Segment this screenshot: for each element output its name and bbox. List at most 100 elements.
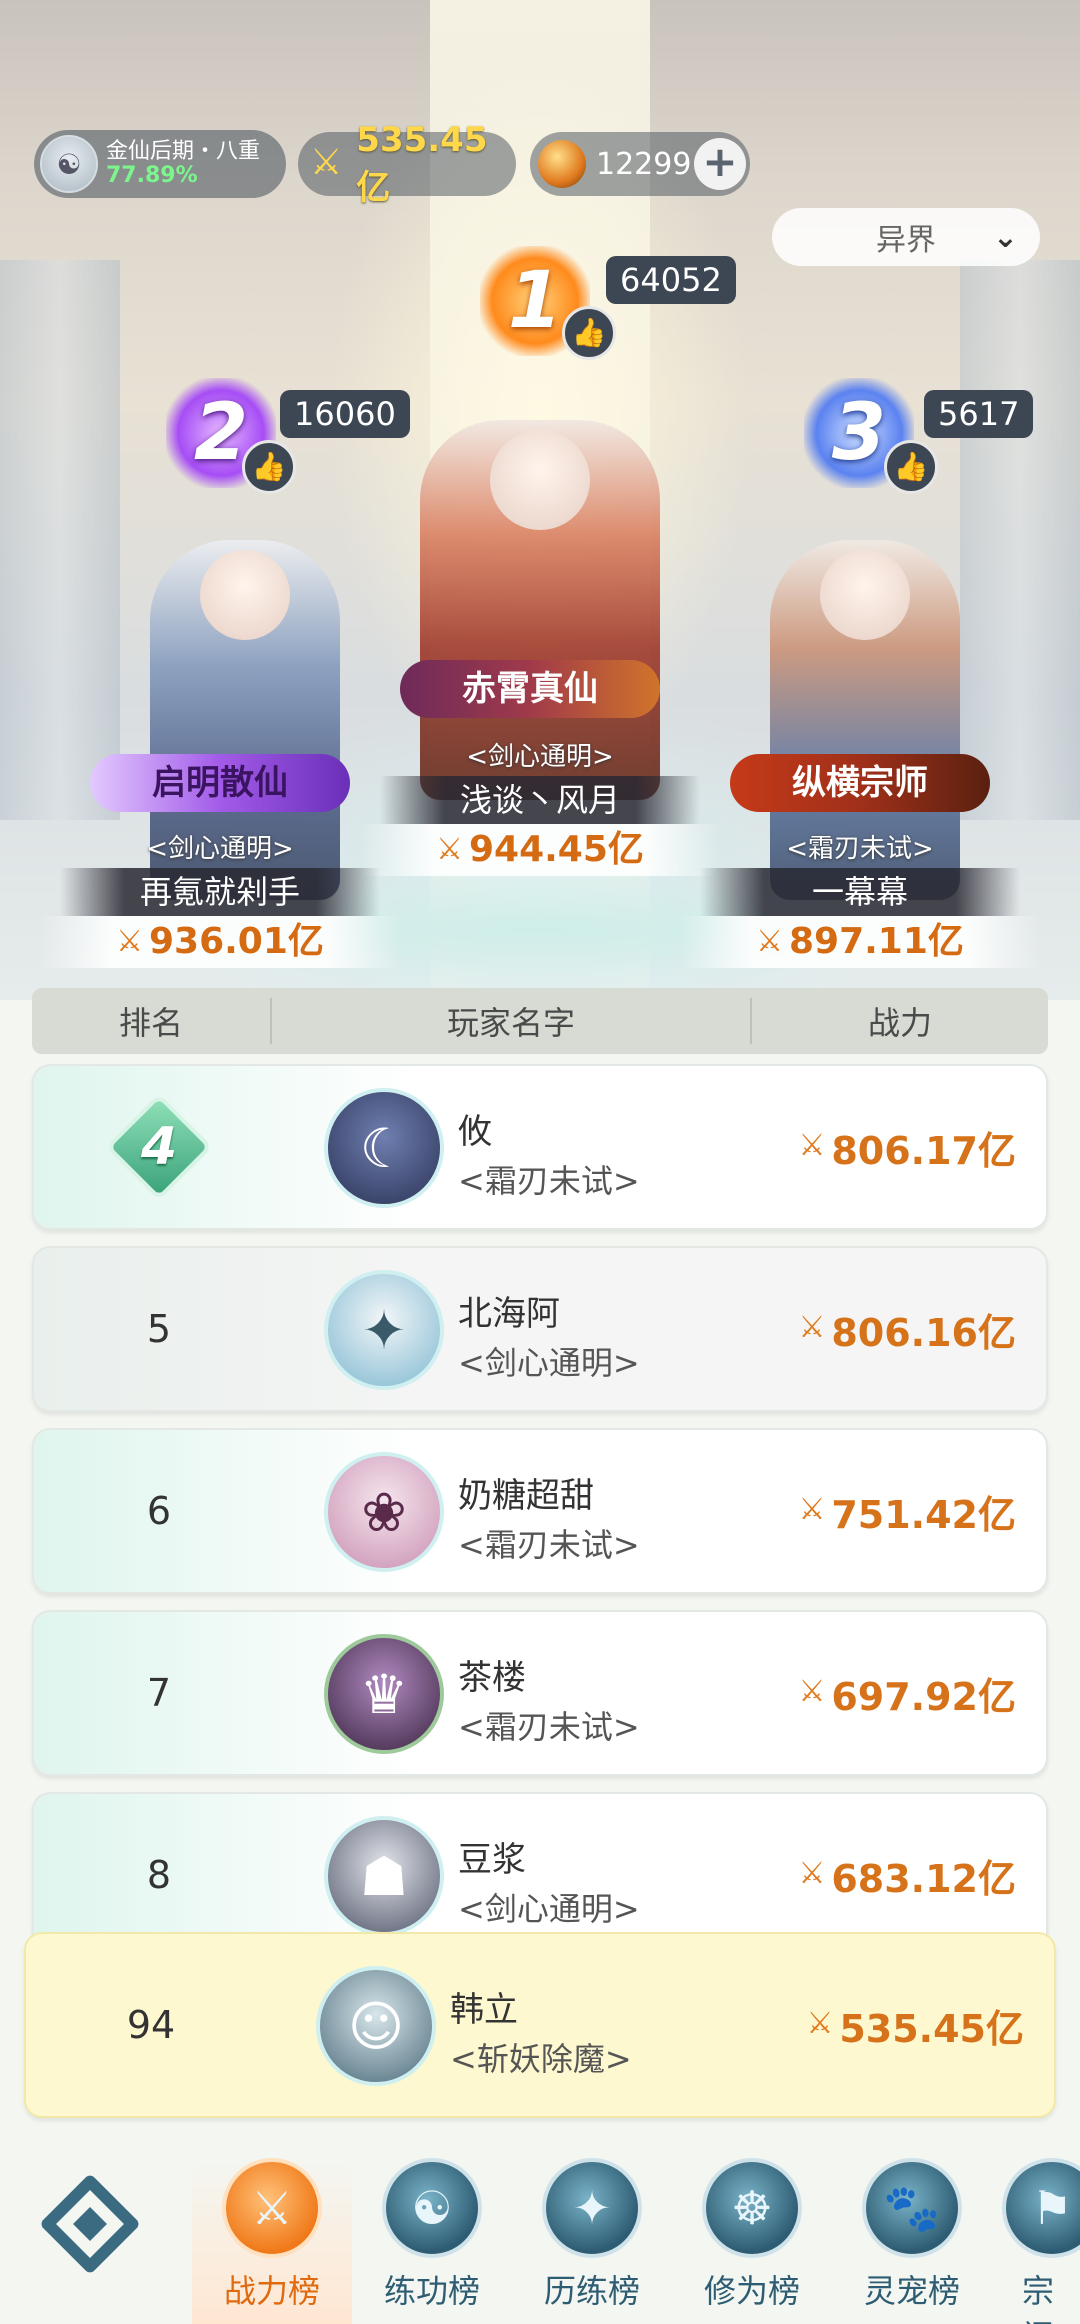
right-pillar [960, 260, 1080, 820]
player-name: 北海阿 [458, 1294, 560, 1334]
fox-icon: 🐾 [862, 2158, 962, 2258]
rank-2-title: 启明散仙 [90, 754, 350, 812]
rank-1-name: 浅谈丶风月 [380, 776, 700, 824]
crossed-swords-icon: ⚔ [798, 1309, 826, 1345]
rank-1-like-button[interactable]: 👍 [562, 306, 616, 360]
spirit-coin-icon [538, 140, 586, 188]
player-avatar[interactable]: ❀ [324, 1452, 444, 1572]
player-tag: <剑心通明> [458, 1344, 640, 1382]
rank-2-power: ⚔ 936.01亿 [40, 916, 400, 968]
rank-1-head [490, 430, 590, 530]
cultivator-icon: ☸ [702, 2158, 802, 2258]
thumbs-up-icon: 👍 [893, 450, 929, 483]
rank-3-likes: 5617 [924, 390, 1034, 438]
player-tag: <霜刃未试> [458, 1708, 640, 1746]
tab-sect-ranking[interactable]: ⚑ 宗门 [992, 2158, 1080, 2324]
star-compass-icon: ✦ [542, 2158, 642, 2258]
tab-label: 修为榜 [703, 2272, 800, 2310]
tab-label: 练功榜 [383, 2272, 480, 2310]
player-avatar[interactable]: ✦ [324, 1270, 444, 1390]
player-power-value: 806.17亿 [831, 1128, 1016, 1173]
rank-3-tag: <霜刃未试> [786, 834, 934, 864]
player-power-value: 751.42亿 [831, 1492, 1016, 1537]
player-tag: <霜刃未试> [458, 1526, 640, 1564]
player-power-value: 535.45亿 [839, 2006, 1024, 2051]
yin-yang-icon: ☯ [382, 2158, 482, 2258]
player-avatar-icon: ☯ [40, 135, 98, 193]
player-name: 韩立 [450, 1990, 518, 2030]
realm-progress: 77.89% [106, 163, 198, 188]
crossed-swords-icon: ⚔ [116, 924, 143, 959]
server-dropdown[interactable]: 异界 ⌄ [772, 208, 1040, 266]
player-avatar[interactable]: ☾ [324, 1088, 444, 1208]
rank-1-tag: <剑心通明> [466, 742, 614, 772]
tab-cultivation-ranking[interactable]: ☸ 修为榜 [672, 2158, 832, 2324]
rank-3-title: 纵横宗师 [730, 754, 990, 812]
menu-diamond-icon[interactable] [36, 2170, 144, 2278]
rank-number: 6 [146, 1489, 172, 1533]
crossed-swords-icon: ⚔ [436, 832, 463, 867]
rank-2-head [200, 550, 290, 640]
player-power-value: 806.16亿 [831, 1310, 1016, 1355]
realm-status[interactable]: ☯ 金仙后期・八重 77.89% [34, 130, 286, 198]
rank-1-likes: 64052 [606, 256, 736, 304]
header-power: 战力 [867, 1004, 932, 1042]
player-power: ⚔ 535.45亿 [298, 120, 516, 208]
player-tag: <霜刃未试> [458, 1162, 640, 1200]
tab-training-ranking[interactable]: ☯ 练功榜 [352, 2158, 512, 2324]
header-rank: 排名 [32, 998, 272, 1044]
crossed-swords-icon: ⚔ [798, 1673, 826, 1709]
tab-label: 战力榜 [223, 2272, 320, 2310]
player-power-value: 535.45亿 [356, 119, 488, 208]
player-avatar[interactable]: ☗ [324, 1816, 444, 1936]
add-currency-button[interactable]: + [694, 138, 746, 190]
player-power: ⚔ 806.17亿 [798, 1066, 1016, 1228]
table-row[interactable]: 5 ✦ 北海阿 <剑心通明> ⚔ 806.16亿 [32, 1246, 1048, 1412]
player-avatar[interactable]: ♛ [324, 1634, 444, 1754]
rank-number: 94 [126, 2003, 176, 2047]
tab-label: 宗门 [1022, 2272, 1055, 2324]
rank-1-title: 赤霄真仙 [400, 660, 660, 718]
player-name: 攸 [458, 1112, 492, 1152]
crossed-swords-icon: ⚔ [310, 141, 343, 183]
tab-trial-ranking[interactable]: ✦ 历练榜 [512, 2158, 672, 2324]
tab-pet-ranking[interactable]: 🐾 灵宠榜 [832, 2158, 992, 2324]
rank-2-power-value: 936.01亿 [148, 921, 324, 962]
rank-cell: 4 [34, 1066, 284, 1228]
currency-amount: 12299 [596, 146, 692, 182]
crossed-swords-icon: ⚔ [806, 2005, 834, 2041]
rank-1-power: ⚔ 944.45亿 [360, 824, 720, 876]
rank-2-likes: 16060 [280, 390, 410, 438]
tab-power-ranking[interactable]: ⚔ 战力榜 [192, 2158, 352, 2324]
player-power: ⚔ 751.42亿 [798, 1430, 1016, 1592]
rank-number: 4 [140, 1117, 178, 1177]
rank-3-head [820, 550, 910, 640]
rank-3-name: 一幕幕 [700, 868, 1020, 916]
crossed-swords-icon: ⚔ [222, 2158, 322, 2258]
player-name: 豆浆 [458, 1840, 526, 1880]
table-row[interactable]: 7 ♛ 茶楼 <霜刃未试> ⚔ 697.92亿 [32, 1610, 1048, 1776]
my-rank-row[interactable]: 94 ☺ 韩立 <斩妖除魔> ⚔ 535.45亿 [24, 1932, 1056, 2118]
crossed-swords-icon: ⚔ [798, 1127, 826, 1163]
currency-display: 12299 + [530, 132, 750, 196]
player-power: ⚔ 806.16亿 [798, 1248, 1016, 1410]
thumbs-up-icon: 👍 [571, 316, 607, 349]
rank-3-like-button[interactable]: 👍 [884, 440, 938, 494]
rank-number: 5 [146, 1307, 172, 1351]
realm-name: 金仙后期・八重 [106, 138, 261, 164]
rank-4-badge: 4 [105, 1093, 213, 1201]
rank-2-name: 再氪就剁手 [60, 868, 380, 916]
player-power: ⚔ 697.92亿 [798, 1612, 1016, 1774]
table-row[interactable]: 4 ☾ 攸 <霜刃未试> ⚔ 806.17亿 [32, 1064, 1048, 1230]
header-player-name: 玩家名字 [272, 998, 752, 1044]
player-avatar[interactable]: ☺ [316, 1966, 436, 2086]
player-name: 茶楼 [458, 1658, 526, 1698]
rank-3-power: ⚔ 897.11亿 [680, 916, 1040, 968]
table-row[interactable]: 6 ❀ 奶糖超甜 <霜刃未试> ⚔ 751.42亿 [32, 1428, 1048, 1594]
player-tag: <斩妖除魔> [450, 2040, 632, 2078]
rank-2-like-button[interactable]: 👍 [242, 440, 296, 494]
crossed-swords-icon: ⚔ [798, 1855, 826, 1891]
sect-banner-icon: ⚑ [1002, 2158, 1080, 2258]
server-dropdown-label: 异界 [876, 223, 936, 258]
tab-label: 历练榜 [543, 2272, 640, 2310]
